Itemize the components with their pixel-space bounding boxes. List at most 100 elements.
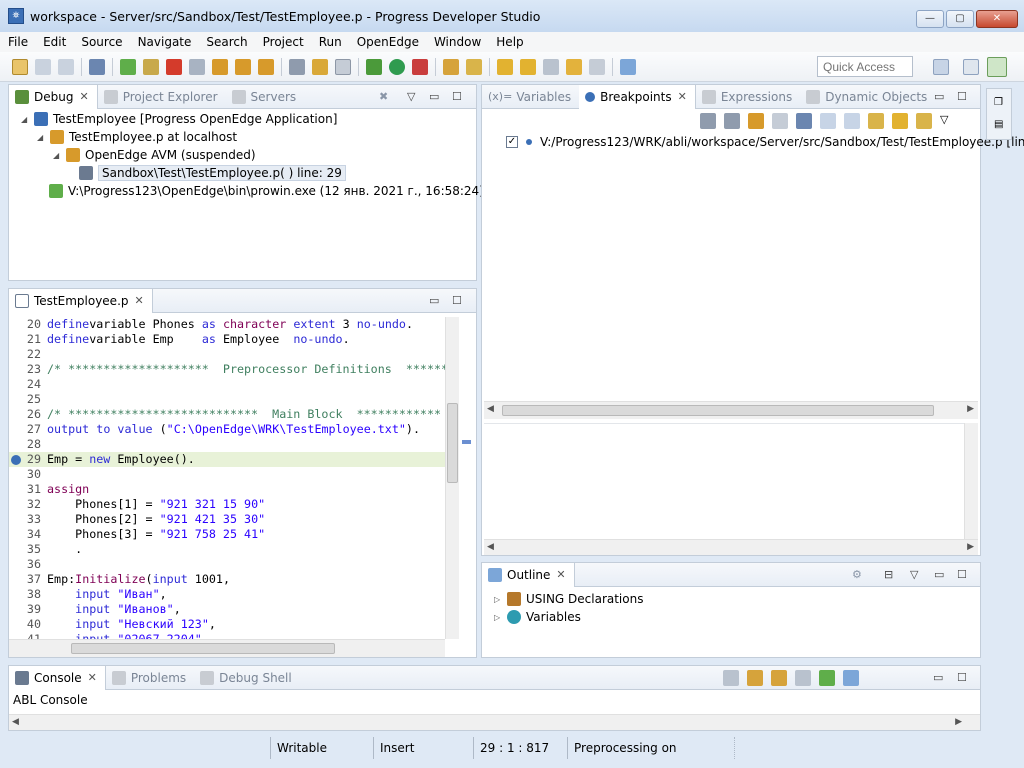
scroll-right-icon[interactable]: ▶: [967, 542, 974, 552]
code-line-current[interactable]: 29 Emp = new Employee().: [9, 452, 445, 467]
code-line[interactable]: 20 definevariable Phones as character ext…: [9, 317, 445, 332]
collapse-icon[interactable]: ◢: [53, 151, 63, 160]
maximize-button[interactable]: ▢: [946, 10, 974, 28]
drop-to-frame-icon[interactable]: [312, 58, 328, 75]
minimize-view-icon[interactable]: ▭: [934, 568, 944, 581]
minimize-view-icon[interactable]: ▭: [429, 294, 439, 307]
code-line[interactable]: 23 /* ******************** Preprocessor D…: [9, 362, 445, 377]
run-icon[interactable]: [389, 58, 405, 75]
editor-horizontal-scroll-thumb[interactable]: [71, 643, 335, 654]
minimize-view-icon[interactable]: ▭: [934, 90, 944, 103]
code-line[interactable]: 28: [9, 437, 445, 452]
save-all-icon[interactable]: [58, 58, 74, 75]
tab-debug-shell[interactable]: Debug Shell: [194, 666, 300, 690]
details-vertical-scrollbar[interactable]: [964, 423, 978, 539]
new-icon[interactable]: [12, 58, 28, 75]
open-procedure-icon[interactable]: [335, 58, 351, 75]
show-supported-breakpoints-icon[interactable]: [748, 113, 764, 129]
sort-icon[interactable]: ⚙: [852, 568, 862, 581]
last-edit-location-icon[interactable]: [543, 58, 559, 75]
code-line[interactable]: 32 Phones[1] = "921 321 15 90": [9, 497, 445, 512]
editor-vertical-scroll-thumb[interactable]: [447, 403, 458, 483]
word-wrap-icon[interactable]: [771, 670, 787, 686]
editor-vertical-scrollbar[interactable]: [445, 317, 459, 639]
tree-stack-frame[interactable]: Sandbox\Test\TestEmployee.p( ) line: 29: [79, 164, 346, 182]
link-with-debug-view-icon[interactable]: [868, 113, 884, 129]
menu-search[interactable]: Search: [206, 35, 247, 49]
close-icon[interactable]: ✕: [88, 671, 97, 684]
tab-expressions[interactable]: Expressions: [696, 85, 800, 109]
minimize-button[interactable]: —: [916, 10, 944, 28]
breakpoints-horizontal-scrollbar[interactable]: ◀ ▶: [484, 401, 978, 419]
menu-edit[interactable]: Edit: [43, 35, 66, 49]
remove-breakpoint-icon[interactable]: [700, 113, 716, 129]
tab-breakpoints[interactable]: Breakpoints ✕: [579, 84, 696, 109]
disconnect-icon[interactable]: [189, 58, 205, 75]
menu-file[interactable]: File: [8, 35, 28, 49]
skip-breakpoints-icon[interactable]: [89, 58, 105, 75]
breakpoint-marker-icon[interactable]: [11, 455, 21, 465]
scroll-left-icon[interactable]: ◀: [12, 717, 19, 727]
code-line[interactable]: 41 input "02067 2204",: [9, 632, 445, 639]
restore-icon[interactable]: ❐: [994, 97, 1003, 108]
code-line[interactable]: 33 Phones[2] = "921 421 35 30": [9, 512, 445, 527]
menu-window[interactable]: Window: [434, 35, 481, 49]
tab-servers[interactable]: Servers: [226, 85, 305, 109]
close-icon[interactable]: ✕: [135, 294, 144, 307]
tab-console[interactable]: Console ✕: [9, 665, 106, 690]
menu-navigate[interactable]: Navigate: [138, 35, 192, 49]
scroll-left-icon[interactable]: ◀: [487, 542, 494, 552]
add-exception-breakpoint-icon[interactable]: [892, 113, 908, 129]
close-icon[interactable]: ✕: [678, 90, 687, 103]
tab-problems[interactable]: Problems: [106, 666, 194, 690]
save-icon[interactable]: [35, 58, 51, 75]
pin-console-icon[interactable]: [795, 670, 811, 686]
tree-launch[interactable]: ◢ TestEmployee [Progress OpenEdge Applic…: [21, 110, 337, 128]
external-tools-icon[interactable]: [412, 58, 428, 75]
overview-ruler-mark[interactable]: [462, 440, 471, 444]
debug-run-icon[interactable]: [366, 58, 382, 75]
tab-outline[interactable]: Outline ✕: [482, 562, 575, 587]
minimize-view-icon[interactable]: ▭: [429, 90, 439, 103]
menu-openedge[interactable]: OpenEdge: [357, 35, 419, 49]
breakpoint-checkbox[interactable]: ✓: [506, 136, 518, 148]
code-line[interactable]: 21 definevariable Emp as Employee no-undo…: [9, 332, 445, 347]
menu-project[interactable]: Project: [263, 35, 304, 49]
add-watchpoint-icon[interactable]: [916, 113, 932, 129]
step-return-icon[interactable]: [258, 58, 274, 75]
open-console-icon[interactable]: [843, 670, 859, 686]
step-into-icon[interactable]: [212, 58, 228, 75]
editor-area-icon[interactable]: ▤: [994, 119, 1003, 130]
collapse-icon[interactable]: ◢: [21, 115, 31, 124]
code-line[interactable]: 27 output to value ("C:\OpenEdge\WRK\Test…: [9, 422, 445, 437]
tree-process[interactable]: V:\Progress123\OpenEdge\bin\prowin.exe (…: [49, 182, 484, 200]
maximize-view-icon[interactable]: ☐: [452, 294, 462, 307]
editor-horizontal-scrollbar[interactable]: [9, 639, 445, 657]
collapse-all-icon[interactable]: [844, 113, 860, 129]
remove-all-breakpoints-icon[interactable]: [724, 113, 740, 129]
details-horizontal-scrollbar[interactable]: ◀ ▶: [484, 539, 978, 555]
search-icon[interactable]: [466, 58, 482, 75]
go-to-file-icon[interactable]: [772, 113, 788, 129]
skip-all-breakpoints-icon[interactable]: [796, 113, 812, 129]
close-icon[interactable]: ✕: [79, 90, 88, 103]
debug-perspective-icon[interactable]: [987, 57, 1007, 77]
previous-annotation-icon[interactable]: [520, 58, 536, 75]
scroll-right-icon[interactable]: ▶: [967, 404, 974, 414]
code-line[interactable]: 40 input "Невский 123",: [9, 617, 445, 632]
scroll-right-icon[interactable]: ▶: [955, 717, 962, 727]
quick-access-input[interactable]: [817, 56, 913, 77]
clear-console-icon[interactable]: [723, 670, 739, 686]
terminate-icon[interactable]: [166, 58, 182, 75]
open-type-icon[interactable]: [443, 58, 459, 75]
breakpoints-horizontal-scroll-thumb[interactable]: [502, 405, 934, 416]
open-perspective-icon[interactable]: [933, 59, 949, 75]
back-icon[interactable]: [566, 58, 582, 75]
view-menu-icon[interactable]: ▽: [910, 568, 918, 581]
view-menu-icon[interactable]: ▽: [407, 90, 415, 103]
tab-variables[interactable]: (x)= Variables: [482, 85, 579, 109]
pin-editor-icon[interactable]: [620, 58, 636, 75]
menu-help[interactable]: Help: [496, 35, 523, 49]
view-menu-icon[interactable]: ▽: [940, 113, 948, 129]
outline-item-using[interactable]: ▷ USING Declarations: [494, 590, 643, 608]
